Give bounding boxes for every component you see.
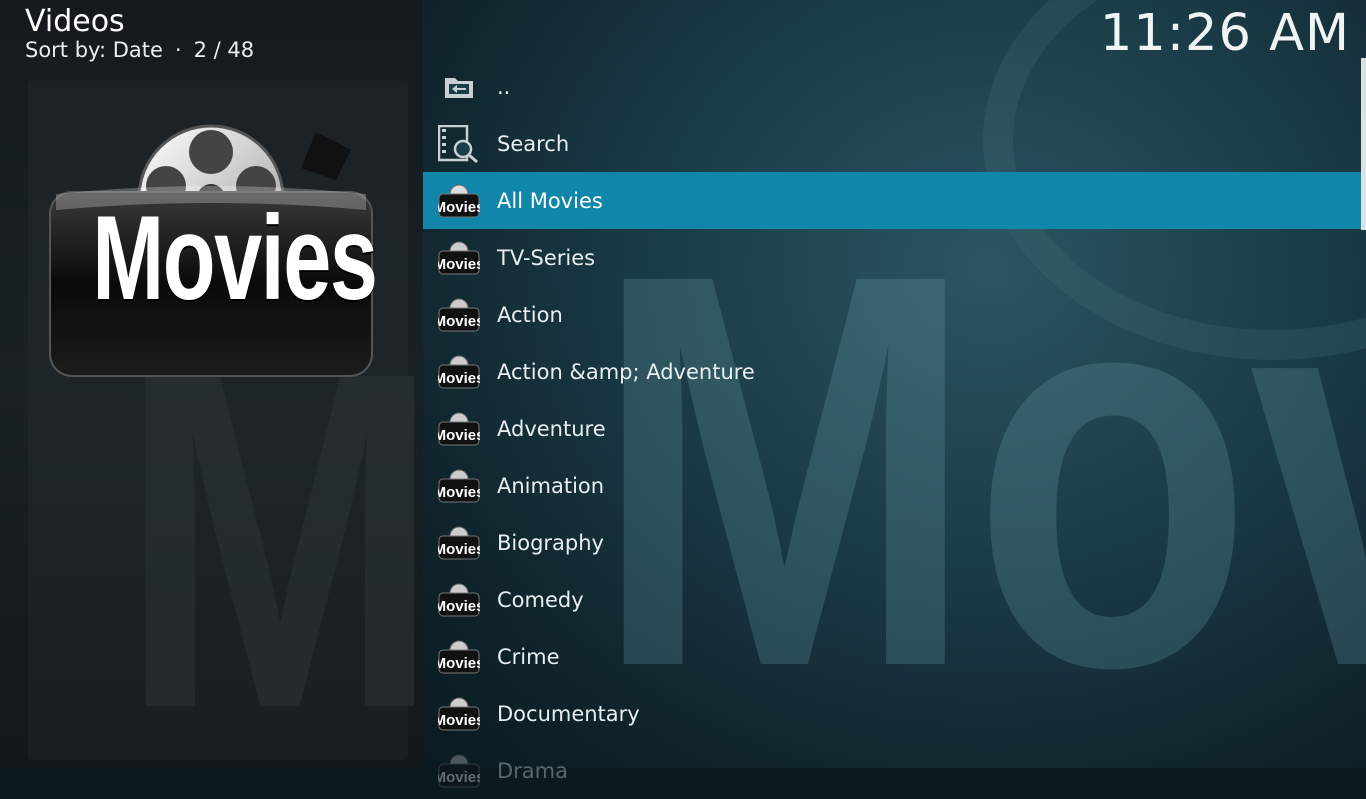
list-item-label: Documentary [497, 701, 640, 726]
category-list: .. Search Movies All Movies Movies TV-Se… [423, 58, 1361, 799]
poster-title: Movies [92, 191, 378, 325]
sort-label[interactable]: Sort by: Date [25, 38, 163, 62]
list-scrollbar[interactable] [1361, 58, 1366, 230]
svg-text:Movies: Movies [438, 427, 480, 444]
movies-reel-icon: Movies [438, 753, 480, 789]
list-item-comedy[interactable]: Movies Comedy [423, 571, 1361, 628]
list-item-label: Action [497, 302, 563, 327]
list-item-action[interactable]: Movies Action [423, 286, 1361, 343]
movies-poster: Movies [46, 120, 378, 384]
list-item-label: Search [497, 131, 570, 156]
svg-text:Movies: Movies [438, 484, 480, 501]
movies-reel-icon: Movies [438, 240, 480, 276]
movies-reel-icon: Movies [438, 696, 480, 732]
svg-text:Movies: Movies [438, 769, 480, 786]
movies-reel-icon: Movies [438, 411, 480, 447]
list-item-drama[interactable]: Movies Drama [423, 742, 1361, 799]
clock: 11:26 AM [1099, 4, 1350, 63]
svg-text:Movies: Movies [438, 199, 480, 216]
list-item-label: All Movies [497, 188, 603, 213]
list-item-label: Biography [497, 530, 604, 555]
movies-reel-icon: Movies [438, 183, 480, 219]
list-item-crime[interactable]: Movies Crime [423, 628, 1361, 685]
movies-reel-icon: Movies [438, 582, 480, 618]
list-item-search[interactable]: Search [423, 115, 1361, 172]
svg-text:Movies: Movies [438, 370, 480, 387]
folder-back-icon [438, 69, 480, 105]
list-item-label: Drama [497, 758, 568, 783]
list-item-label: Adventure [497, 416, 606, 441]
list-item-biography[interactable]: Movies Biography [423, 514, 1361, 571]
movies-reel-icon: Movies [438, 468, 480, 504]
list-item-label: Action &amp; Adventure [497, 359, 755, 384]
svg-text:Movies: Movies [438, 598, 480, 615]
list-item-parent-folder[interactable]: .. [423, 58, 1361, 115]
list-item-documentary[interactable]: Movies Documentary [423, 685, 1361, 742]
list-item-all-movies[interactable]: Movies All Movies [423, 172, 1361, 229]
movies-reel-icon: Movies [438, 354, 480, 390]
svg-text:Movies: Movies [438, 655, 480, 672]
movies-reel-icon: Movies [438, 297, 480, 333]
svg-text:Movies: Movies [438, 541, 480, 558]
svg-text:Movies: Movies [438, 256, 480, 273]
list-item-action-adventure[interactable]: Movies Action &amp; Adventure [423, 343, 1361, 400]
item-position: 2 / 48 [193, 38, 255, 62]
list-item-label: TV-Series [497, 245, 596, 270]
svg-text:Movies: Movies [438, 313, 480, 330]
movies-reel-icon: Movies [438, 639, 480, 675]
separator: · [174, 38, 182, 62]
list-item-adventure[interactable]: Movies Adventure [423, 400, 1361, 457]
list-item-label: Crime [497, 644, 560, 669]
list-item-label: .. [497, 74, 511, 99]
list-item-label: Animation [497, 473, 605, 498]
list-item-label: Comedy [497, 587, 584, 612]
list-item-tv-series[interactable]: Movies TV-Series [423, 229, 1361, 286]
page-title: Videos [25, 4, 125, 39]
search-film-icon [438, 124, 480, 163]
svg-text:Movies: Movies [438, 712, 480, 729]
movies-reel-icon: Movies [438, 525, 480, 561]
list-item-animation[interactable]: Movies Animation [423, 457, 1361, 514]
sort-info: Sort by: Date · 2 / 48 [25, 38, 254, 62]
